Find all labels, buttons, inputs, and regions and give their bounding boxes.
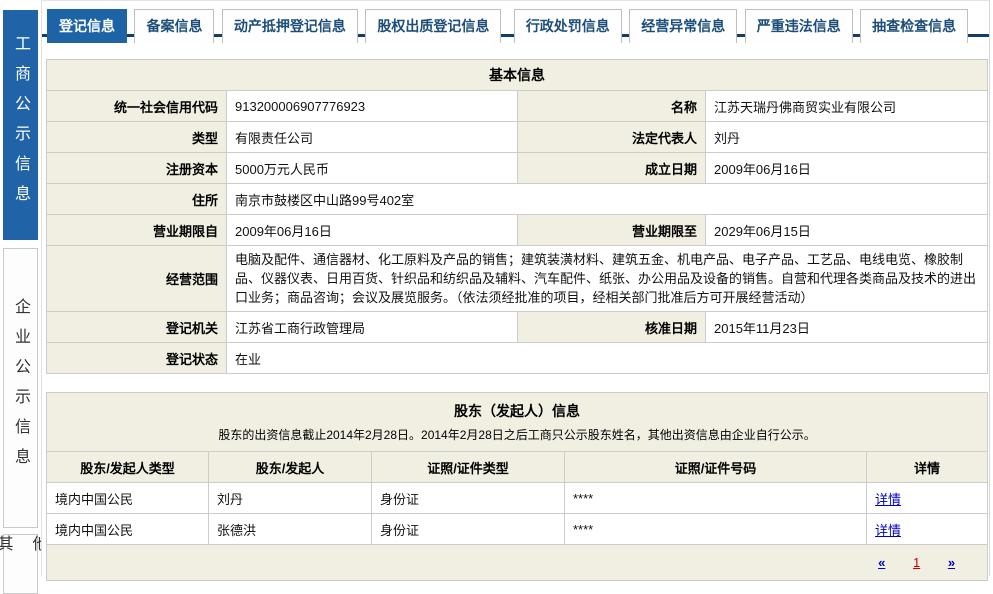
approval-date-value: 2015年11月23日	[706, 312, 988, 343]
shareholders-section-header: 股东（发起人）信息 股东的出资信息截止2014年2月28日。2014年2月28日…	[47, 393, 988, 452]
main-content: 登记信息 备案信息 动产抵押登记信息 股权出质登记信息 行政处罚信息 经营异常信…	[41, 0, 990, 576]
col-header-detail: 详情	[867, 452, 988, 483]
sidebar-item-label: 工商公示信息	[3, 35, 38, 215]
legal-rep-label: 法定代表人	[518, 122, 706, 153]
tab-filing-info[interactable]: 备案信息	[134, 9, 214, 43]
table-row: 注册资本 5000万元人民币 成立日期 2009年06月16日	[47, 153, 988, 184]
table-row: 登记机关 江苏省工商行政管理局 核准日期 2015年11月23日	[47, 312, 988, 343]
tab-serious-violation-info[interactable]: 严重违法信息	[745, 9, 853, 43]
table-row: 住所 南京市鼓楼区中山路99号402室	[47, 184, 988, 215]
table-row: 境内中国公民 张德洪 身份证 **** 详情	[47, 514, 988, 545]
tab-chattel-mortgage-info[interactable]: 动产抵押登记信息	[222, 9, 358, 43]
shareholders-table: 股东（发起人）信息 股东的出资信息截止2014年2月28日。2014年2月28日…	[46, 392, 988, 581]
shareholder-cert-type: 身份证	[372, 514, 565, 545]
reg-authority-value: 江苏省工商行政管理局	[227, 312, 518, 343]
company-name-label: 名称	[518, 91, 706, 122]
table-row: 统一社会信用代码 913200006907776923 名称 江苏天瑞丹佛商贸实…	[47, 91, 988, 122]
credit-code-value: 913200006907776923	[227, 91, 518, 122]
pagination-prev-button[interactable]: «	[878, 555, 885, 570]
shareholder-name: 张德洪	[209, 514, 372, 545]
business-scope-label: 经营范围	[47, 246, 227, 312]
table-row: 境内中国公民 刘丹 身份证 **** 详情	[47, 483, 988, 514]
term-to-label: 营业期限至	[518, 215, 706, 246]
col-header-cert-type: 证照/证件类型	[372, 452, 565, 483]
table-row: 营业期限自 2009年06月16日 营业期限至 2029年06月15日	[47, 215, 988, 246]
pagination-row: « 1 »	[47, 545, 988, 581]
col-header-cert-number: 证照/证件号码	[565, 452, 867, 483]
establish-date-label: 成立日期	[518, 153, 706, 184]
reg-authority-label: 登记机关	[47, 312, 227, 343]
table-row: 类型 有限责任公司 法定代表人 刘丹	[47, 122, 988, 153]
term-from-value: 2009年06月16日	[227, 215, 518, 246]
reg-capital-value: 5000万元人民币	[227, 153, 518, 184]
tab-spot-check-info[interactable]: 抽查检查信息	[860, 9, 968, 43]
shareholder-cert-number: ****	[565, 514, 867, 545]
legal-rep-value: 刘丹	[706, 122, 988, 153]
establish-date-value: 2009年06月16日	[706, 153, 988, 184]
business-scope-value: 电脑及配件、通信器材、化工原料及产品的销售；建筑装潢材料、建筑五金、机电产品、电…	[227, 246, 988, 312]
address-label: 住所	[47, 184, 227, 215]
company-type-label: 类型	[47, 122, 227, 153]
detail-link[interactable]: 详情	[875, 492, 901, 507]
tab-equity-pledge-info[interactable]: 股权出质登记信息	[365, 9, 501, 43]
col-header-shareholder-type: 股东/发起人类型	[47, 452, 209, 483]
tab-bar: 登记信息 备案信息 动产抵押登记信息 股权出质登记信息 行政处罚信息 经营异常信…	[42, 1, 989, 34]
table-row: 登记状态 在业	[47, 343, 988, 374]
pagination-current-page[interactable]: 1	[913, 555, 920, 570]
shareholder-name: 刘丹	[209, 483, 372, 514]
sidebar-item-label: 企业公示信息	[3, 298, 38, 478]
sidebar-item-gongshang-gongshi[interactable]: 工商公示信息	[3, 10, 38, 240]
pagination-next-button[interactable]: »	[948, 555, 955, 570]
company-type-value: 有限责任公司	[227, 122, 518, 153]
reg-capital-label: 注册资本	[47, 153, 227, 184]
tab-operation-abnormal-info[interactable]: 经营异常信息	[629, 9, 737, 43]
shareholders-header-row: 股东/发起人类型 股东/发起人 证照/证件类型 证照/证件号码 详情	[47, 452, 988, 483]
approval-date-label: 核准日期	[518, 312, 706, 343]
tab-registration-info[interactable]: 登记信息	[47, 9, 127, 43]
sidebar-item-other[interactable]: 其他	[3, 534, 38, 594]
term-from-label: 营业期限自	[47, 215, 227, 246]
shareholder-cert-number: ****	[565, 483, 867, 514]
basic-info-title: 基本信息	[47, 60, 988, 91]
shareholders-note: 股东的出资信息截止2014年2月28日。2014年2月28日之后工商只公示股东姓…	[55, 426, 979, 443]
company-name-value: 江苏天瑞丹佛商贸实业有限公司	[706, 91, 988, 122]
reg-status-label: 登记状态	[47, 343, 227, 374]
sidebar-item-qiye-gongshi[interactable]: 企业公示信息	[3, 248, 38, 528]
shareholders-title: 股东（发起人）信息	[55, 401, 979, 421]
address-value: 南京市鼓楼区中山路99号402室	[227, 184, 988, 215]
term-to-value: 2029年06月15日	[706, 215, 988, 246]
basic-info-table: 基本信息 统一社会信用代码 913200006907776923 名称 江苏天瑞…	[46, 59, 988, 374]
reg-status-value: 在业	[227, 343, 988, 374]
tab-admin-penalty-info[interactable]: 行政处罚信息	[514, 9, 622, 43]
detail-link[interactable]: 详情	[875, 523, 901, 538]
shareholder-type: 境内中国公民	[47, 514, 209, 545]
shareholder-cert-type: 身份证	[372, 483, 565, 514]
shareholder-type: 境内中国公民	[47, 483, 209, 514]
col-header-shareholder-name: 股东/发起人	[209, 452, 372, 483]
table-row: 经营范围 电脑及配件、通信器材、化工原料及产品的销售；建筑装潢材料、建筑五金、机…	[47, 246, 988, 312]
credit-code-label: 统一社会信用代码	[47, 91, 227, 122]
